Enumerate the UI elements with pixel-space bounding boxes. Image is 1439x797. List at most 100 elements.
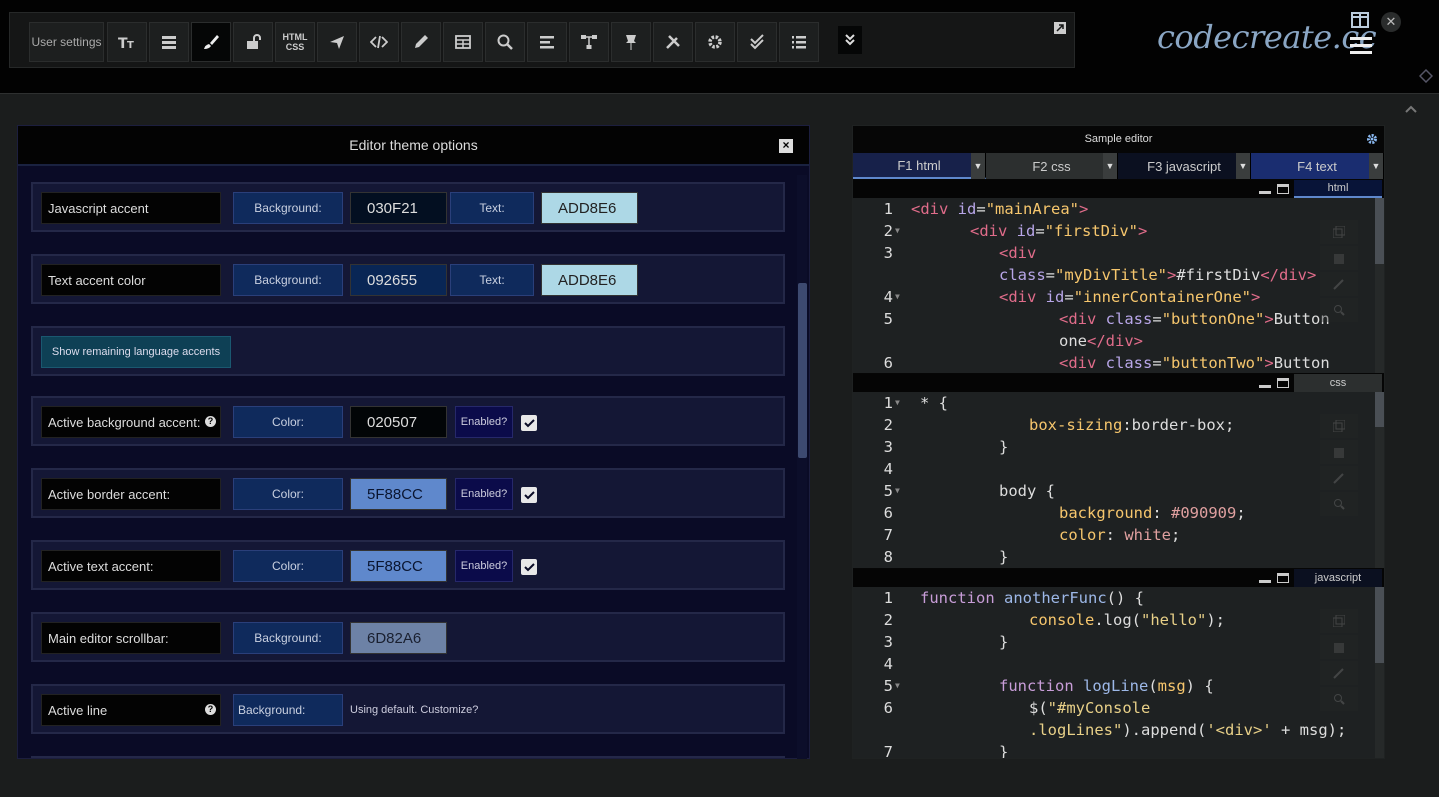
align-icon[interactable]	[527, 22, 567, 62]
copy-icon[interactable]	[1320, 220, 1358, 244]
css-pane-bar: css	[853, 374, 1384, 392]
enabled-label: Enabled?	[455, 478, 513, 510]
text-color-input[interactable]: ADD8E6	[541, 192, 638, 224]
background-label: Background:	[233, 622, 343, 654]
css-code-pane[interactable]: 1 ▼ 2 3 4 5 ▼ 6 7 8 * { box-sizing:border-…	[853, 392, 1384, 568]
enabled-checkbox[interactable]	[521, 415, 537, 431]
maximize-icon[interactable]	[1277, 184, 1289, 194]
theme-panel-scrollbar[interactable]	[797, 175, 807, 759]
pen-icon[interactable]	[1320, 466, 1358, 490]
paste-icon[interactable]	[1320, 635, 1358, 659]
tab-text[interactable]: F4 text ▼	[1251, 153, 1384, 179]
enabled-checkbox[interactable]	[521, 559, 537, 575]
numbered-list-icon[interactable]	[779, 22, 819, 62]
html-code-pane[interactable]: 1 ▼ 2 3 4 ▼ 5 6 <div id="mainArea"> <div i…	[853, 198, 1384, 373]
fold-icon[interactable]: ▼	[895, 486, 900, 495]
customize-link[interactable]: Using default. Customize?	[350, 694, 478, 726]
search-icon[interactable]	[485, 22, 525, 62]
resize-corner-icon[interactable]	[1054, 22, 1066, 34]
tab-css[interactable]: F2 css ▼	[986, 153, 1118, 179]
tools-icon[interactable]	[653, 22, 693, 62]
close-icon[interactable]: ✕	[1381, 12, 1401, 32]
pen-icon[interactable]	[1320, 272, 1358, 296]
html-pane-bar: html	[853, 180, 1384, 198]
close-icon[interactable]: ×	[779, 139, 793, 153]
color-input[interactable]: 5F88CC	[350, 550, 447, 582]
tab-html[interactable]: F1 html ▼	[853, 153, 986, 179]
pane-tools	[1320, 414, 1358, 518]
brush-icon[interactable]	[191, 22, 231, 62]
color-input[interactable]: 5F88CC	[350, 478, 447, 510]
double-check-icon[interactable]	[737, 22, 777, 62]
row-label: Text accent color	[41, 264, 221, 296]
paste-icon[interactable]	[1320, 440, 1358, 464]
pen-icon[interactable]	[401, 22, 441, 62]
text-label: Text:	[450, 264, 534, 296]
pane-language-label: html	[1294, 180, 1382, 198]
show-remaining-accents-button[interactable]: Show remaining language accents	[41, 336, 231, 368]
pane-language-label: javascript	[1294, 569, 1382, 587]
list-icon[interactable]	[149, 22, 189, 62]
panels-icon[interactable]	[1351, 12, 1369, 28]
chevron-down-icon[interactable]: ▼	[1236, 153, 1250, 179]
user-settings-button[interactable]: User settings	[29, 22, 104, 62]
enabled-checkbox[interactable]	[521, 487, 537, 503]
color-input[interactable]: 6D82A6	[350, 622, 447, 654]
svg-text:T: T	[127, 40, 134, 51]
chevron-down-icon[interactable]: ▼	[1369, 153, 1383, 179]
copy-icon[interactable]	[1320, 609, 1358, 633]
gear-icon[interactable]	[695, 22, 735, 62]
code-icon[interactable]	[359, 22, 399, 62]
fold-icon[interactable]: ▼	[895, 292, 900, 301]
search-icon[interactable]	[1320, 492, 1358, 516]
hierarchy-icon[interactable]	[569, 22, 609, 62]
tab-javascript[interactable]: F3 javascript ▼	[1118, 153, 1251, 179]
help-icon[interactable]: ?	[205, 416, 216, 427]
search-icon[interactable]	[1320, 687, 1358, 711]
chevron-double-down-icon[interactable]	[838, 26, 862, 54]
copy-icon[interactable]	[1320, 414, 1358, 438]
text-size-icon[interactable]: TT	[107, 22, 147, 62]
search-icon[interactable]	[1320, 298, 1358, 322]
chevron-up-icon[interactable]	[1404, 103, 1418, 115]
fold-icon[interactable]: ▼	[895, 398, 900, 407]
theme-panel-scroll-thumb[interactable]	[798, 283, 807, 458]
text-color-input[interactable]: ADD8E6	[541, 264, 638, 296]
pen-icon[interactable]	[1320, 661, 1358, 685]
row-label: Active line?	[41, 694, 221, 726]
pane-scroll-thumb[interactable]	[1375, 198, 1384, 264]
html-css-icon[interactable]: HTML CSS	[275, 22, 315, 62]
active-text-accent-row: Active text accent: Color: 5F88CC Enable…	[31, 540, 785, 590]
pin-icon[interactable]	[611, 22, 651, 62]
theme-panel-header: Editor theme options ×	[18, 126, 809, 166]
background-label: Background:	[233, 192, 343, 224]
fold-icon[interactable]: ▼	[895, 681, 900, 690]
gear-icon[interactable]	[1366, 133, 1378, 145]
maximize-icon[interactable]	[1277, 378, 1289, 388]
background-color-input[interactable]: 092655	[350, 264, 447, 296]
maximize-icon[interactable]	[1277, 573, 1289, 583]
color-input[interactable]: 020507	[350, 406, 447, 438]
help-icon[interactable]: ?	[205, 704, 216, 715]
minimize-icon[interactable]	[1259, 573, 1271, 583]
background-label: Background:	[233, 264, 343, 296]
send-icon[interactable]	[317, 22, 357, 62]
pane-scroll-thumb[interactable]	[1375, 392, 1384, 427]
chevron-down-icon[interactable]: ▼	[1103, 153, 1117, 179]
minimize-icon[interactable]	[1259, 184, 1271, 194]
minimize-icon[interactable]	[1259, 378, 1271, 388]
diamond-icon[interactable]	[1419, 69, 1433, 83]
chevron-down-icon[interactable]: ▼	[971, 153, 985, 179]
pane-scroll-thumb[interactable]	[1375, 587, 1384, 663]
background-color-input[interactable]: 030F21	[350, 192, 447, 224]
logo[interactable]: codecreate.cc	[1157, 18, 1377, 56]
unlock-icon[interactable]	[233, 22, 273, 62]
javascript-code-pane[interactable]: 1 2 3 4 5 ▼ 6 7 function anotherFunc() { …	[853, 587, 1384, 758]
sample-editor-header: Sample editor	[853, 126, 1384, 152]
sample-editor-panel: Sample editor F1 html ▼ F2 css ▼ F3 javasc…	[852, 125, 1385, 759]
table-icon[interactable]	[443, 22, 483, 62]
text-accent-row: Text accent color Background: 092655 Tex…	[31, 254, 785, 304]
menu-icon[interactable]	[1350, 36, 1372, 54]
paste-icon[interactable]	[1320, 246, 1358, 270]
javascript-pane-bar: javascript	[853, 569, 1384, 587]
